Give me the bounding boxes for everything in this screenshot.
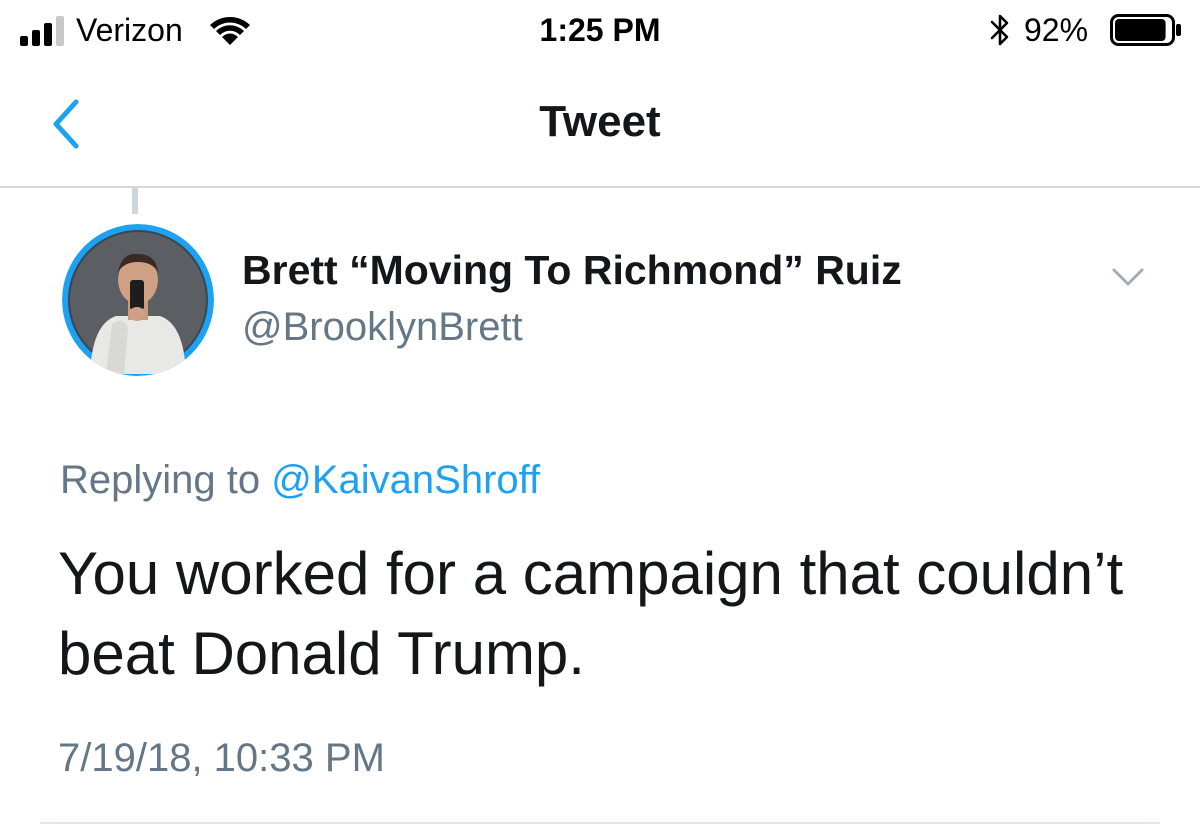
chevron-left-icon (53, 99, 79, 149)
tweet-detail-screen: Verizon 1:25 PM 92% Tweet Brett “Moving … (0, 0, 1200, 827)
tweet-text: You worked for a campaign that couldn’t … (58, 540, 1124, 687)
carrier-label: Verizon (76, 12, 183, 48)
display-name[interactable]: Brett “Moving To Richmond” Ruiz (242, 244, 902, 296)
battery-percent: 92% (1024, 12, 1089, 48)
thread-connector-line (132, 188, 138, 214)
page-title: Tweet (539, 97, 661, 146)
navigation-bar: Tweet (0, 64, 1200, 188)
tweet-timestamp: 7/19/18, 10:33 PM (58, 736, 385, 780)
divider (40, 822, 1160, 824)
signal-icon (20, 16, 64, 46)
replying-to-mention-link[interactable]: @KaivanShroff (271, 458, 540, 502)
bluetooth-icon (990, 14, 1009, 46)
replying-to-line: Replying to @KaivanShroff (60, 454, 540, 506)
more-options-button[interactable] (1108, 262, 1148, 292)
chevron-down-icon (1112, 268, 1144, 286)
status-time: 1:25 PM (539, 12, 661, 48)
replying-to-prefix: Replying to (60, 458, 261, 502)
battery-icon (1110, 14, 1181, 46)
wifi-icon (210, 17, 250, 45)
back-button[interactable] (40, 94, 90, 154)
status-bar: Verizon 1:25 PM 92% (0, 0, 1200, 64)
user-handle[interactable]: @BrooklynBrett (242, 302, 523, 352)
avatar[interactable] (62, 224, 214, 376)
